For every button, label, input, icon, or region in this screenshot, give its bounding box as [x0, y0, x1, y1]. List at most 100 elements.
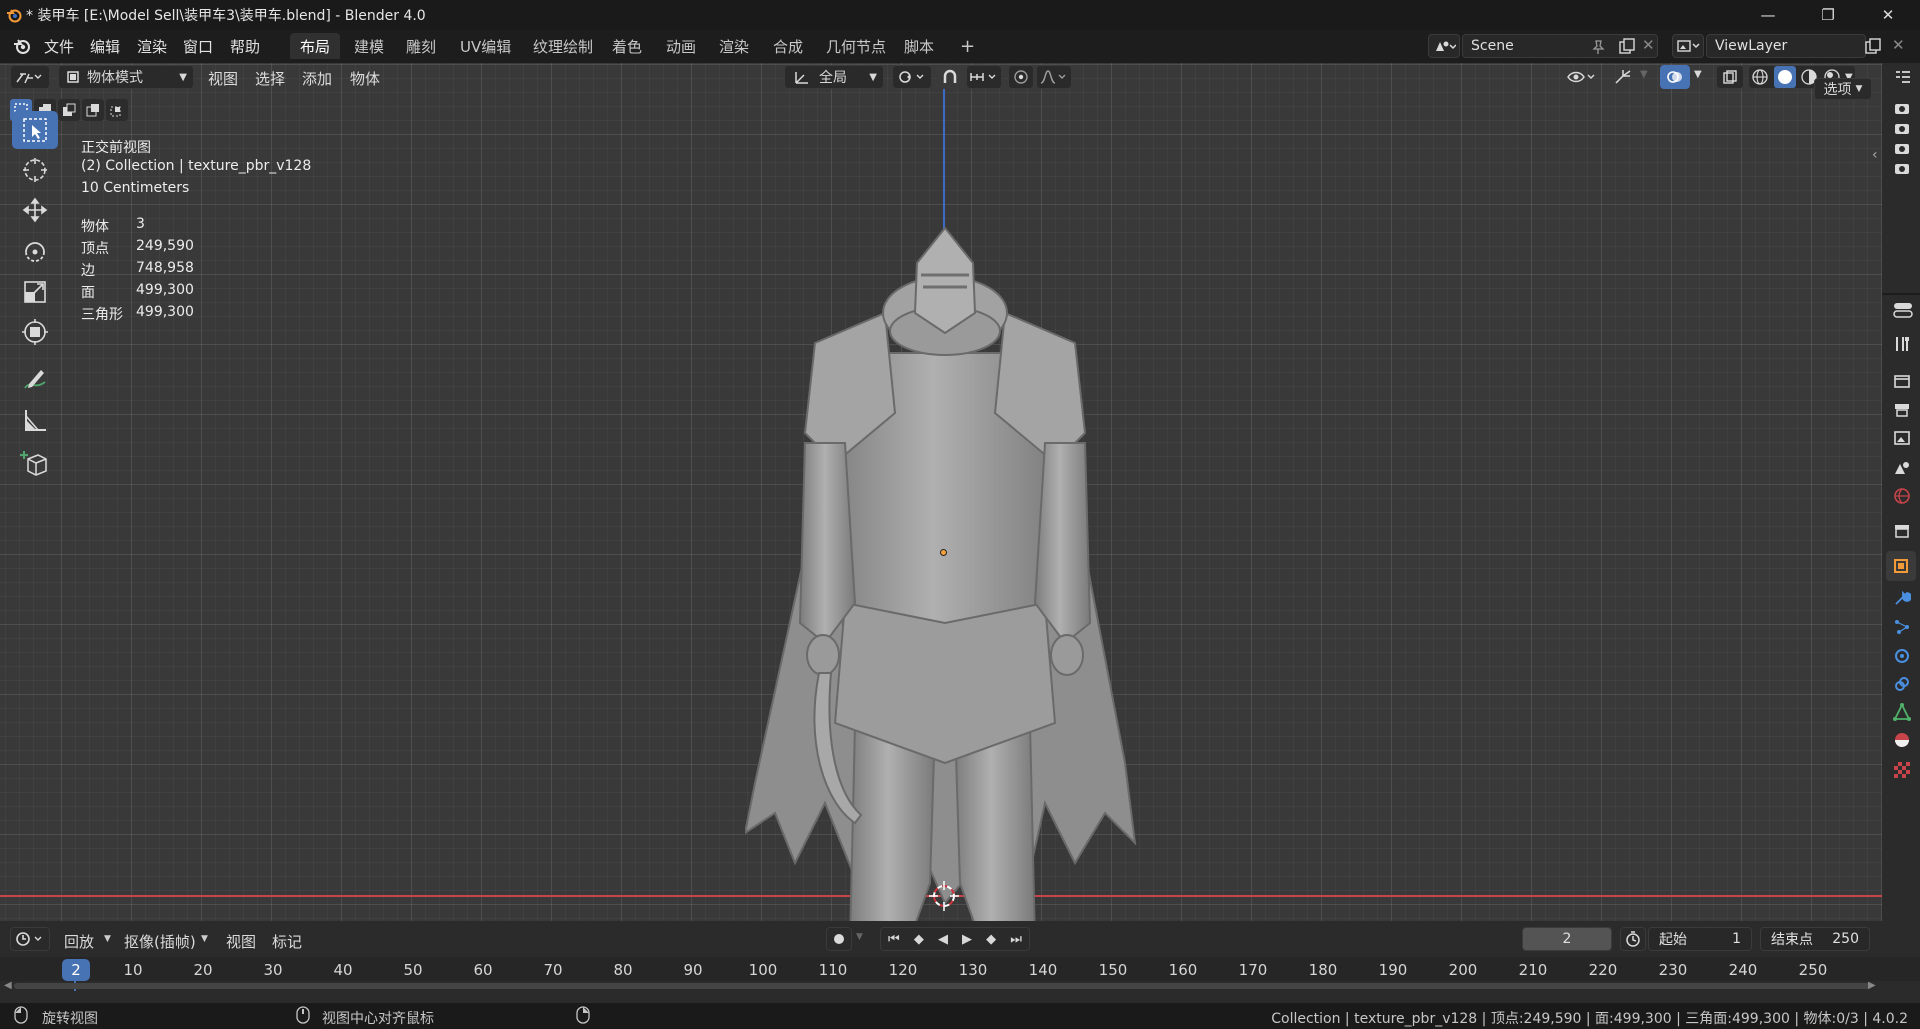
delete-scene-icon[interactable]: ✕: [1642, 36, 1655, 54]
tool-cursor[interactable]: [12, 151, 58, 189]
view-layer-props-icon[interactable]: [1893, 430, 1911, 446]
tab-uv-editing[interactable]: UV编辑: [450, 33, 521, 59]
modifier-wrench-icon[interactable]: [1893, 589, 1911, 607]
menu-edit[interactable]: 编辑: [90, 36, 120, 57]
snap-toggle-button[interactable]: [936, 65, 964, 89]
maximize-button[interactable]: ❐: [1804, 0, 1852, 30]
viewport-menu-select[interactable]: 选择: [255, 68, 285, 89]
record-chevron-icon[interactable]: ▼: [856, 932, 863, 942]
marker-menu[interactable]: 标记: [272, 931, 302, 952]
scroll-right-icon[interactable]: ▶: [1868, 980, 1876, 991]
solid-shading-button[interactable]: [1773, 66, 1796, 88]
view-layer-selector-button[interactable]: [1672, 34, 1704, 58]
jump-end-icon[interactable]: ⏭: [1010, 932, 1022, 947]
collection-icon[interactable]: [1893, 523, 1911, 539]
tab-sculpting[interactable]: 雕刻: [396, 33, 446, 59]
tool-annotate[interactable]: [12, 361, 58, 399]
scene-props-icon[interactable]: [1893, 459, 1911, 477]
output-icon[interactable]: [1893, 402, 1911, 418]
tool-transform[interactable]: [12, 313, 58, 351]
record-button[interactable]: [826, 927, 852, 951]
options-dropdown[interactable]: 选项 ▼: [1814, 78, 1872, 100]
viewport-menu-add[interactable]: 添加: [302, 68, 332, 89]
prev-keyframe-icon[interactable]: ◆: [914, 932, 924, 947]
menu-render[interactable]: 渲染: [137, 36, 167, 57]
tab-animation[interactable]: 动画: [656, 33, 706, 59]
scroll-left-icon[interactable]: ◀: [4, 980, 12, 991]
transform-orientation-selector[interactable]: 全局 ▼: [784, 65, 884, 89]
menu-help[interactable]: 帮助: [230, 36, 260, 57]
select-intersect-button[interactable]: [106, 99, 128, 121]
render-icon[interactable]: [1893, 373, 1911, 389]
overlays-toggle-button[interactable]: [1660, 65, 1690, 89]
delete-view-layer-icon[interactable]: ✕: [1892, 36, 1905, 54]
proportional-edit-button[interactable]: [1008, 65, 1034, 89]
tab-compositing[interactable]: 合成: [763, 33, 813, 59]
pivot-point-button[interactable]: [892, 65, 932, 89]
constraints-icon[interactable]: [1893, 675, 1911, 693]
scene-selector-button[interactable]: [1428, 34, 1460, 58]
camera-icon[interactable]: [1894, 161, 1910, 175]
gizmo-toggle-button[interactable]: [1608, 65, 1638, 89]
camera-icon[interactable]: [1894, 101, 1910, 115]
timeline-editor-type-button[interactable]: [10, 927, 50, 951]
proportional-falloff-button[interactable]: [1036, 65, 1072, 89]
properties-editor-icon[interactable]: [1893, 301, 1913, 319]
gizmo-chevron-icon[interactable]: ▼: [1640, 69, 1648, 80]
play-icon[interactable]: ▶: [962, 932, 972, 947]
tab-scripting[interactable]: 脚本: [894, 33, 944, 59]
timeline-scrollbar[interactable]: [14, 983, 1870, 989]
3d-viewport[interactable]: 物体模式 ▼ 视图 选择 添加 物体 全局 ▼ ▼ ▼ ▼ 选项 ▼ 正交前视图…: [0, 63, 1882, 921]
view-layer-name-field[interactable]: ViewLayer: [1706, 34, 1866, 58]
tab-modeling[interactable]: 建模: [344, 33, 394, 59]
snap-target-button[interactable]: [966, 65, 1002, 89]
editor-type-button[interactable]: [10, 65, 50, 89]
camera-icon[interactable]: [1894, 121, 1910, 135]
3d-cursor-icon[interactable]: [929, 881, 959, 911]
tab-geometry-nodes[interactable]: 几何节点: [816, 33, 896, 59]
viewport-menu-object[interactable]: 物体: [350, 68, 380, 89]
next-keyframe-icon[interactable]: ◆: [986, 932, 996, 947]
data-mesh-icon[interactable]: [1893, 703, 1911, 721]
timeline-view-menu[interactable]: 视图: [226, 931, 256, 952]
tool-add-cube[interactable]: [12, 445, 58, 483]
world-icon[interactable]: [1893, 487, 1911, 505]
mode-selector[interactable]: 物体模式 ▼: [58, 65, 194, 89]
tool-rotate[interactable]: [12, 233, 58, 271]
new-scene-icon[interactable]: [1618, 37, 1636, 55]
visibility-button[interactable]: [1562, 65, 1602, 89]
tool-scale[interactable]: [12, 273, 58, 311]
menu-file[interactable]: 文件: [44, 36, 74, 57]
sidebar-toggle-chevron-icon[interactable]: ‹: [1872, 147, 1878, 163]
physics-icon[interactable]: [1893, 647, 1911, 665]
blender-menu-icon[interactable]: [12, 36, 32, 56]
texture-icon[interactable]: [1893, 761, 1911, 779]
menu-window[interactable]: 窗口: [183, 36, 213, 57]
playhead-frame-indicator[interactable]: 2: [62, 959, 90, 981]
viewport-menu-view[interactable]: 视图: [208, 68, 238, 89]
tool-select-box[interactable]: [12, 111, 58, 149]
minimize-button[interactable]: —: [1744, 0, 1792, 30]
select-invert-button[interactable]: [82, 99, 104, 121]
add-workspace-button[interactable]: +: [950, 33, 985, 59]
new-view-layer-icon[interactable]: [1864, 37, 1882, 55]
wireframe-shading-icon[interactable]: [1751, 68, 1769, 86]
knight-model[interactable]: [745, 203, 1145, 921]
xray-toggle-button[interactable]: [1716, 65, 1744, 89]
tool-measure[interactable]: [12, 401, 58, 439]
tab-rendering[interactable]: 渲染: [709, 33, 759, 59]
keying-menu[interactable]: 抠像(插帧): [124, 931, 196, 952]
tab-texture-paint[interactable]: 纹理绘制: [523, 33, 603, 59]
outliner-icon[interactable]: [1894, 69, 1912, 87]
playback-menu[interactable]: 回放: [64, 931, 94, 952]
jump-start-icon[interactable]: ⏮: [888, 932, 900, 947]
tab-layout[interactable]: 布局: [290, 33, 341, 59]
play-reverse-icon[interactable]: ◀: [938, 932, 948, 947]
object-props-tab[interactable]: [1886, 551, 1916, 581]
end-frame-field[interactable]: 结束点 250: [1760, 927, 1870, 951]
camera-icon[interactable]: [1894, 141, 1910, 155]
preview-range-button[interactable]: [1620, 927, 1646, 951]
tool-settings-icon[interactable]: [1893, 335, 1911, 353]
material-icon[interactable]: [1893, 731, 1911, 749]
current-frame-field[interactable]: 2: [1522, 927, 1612, 951]
